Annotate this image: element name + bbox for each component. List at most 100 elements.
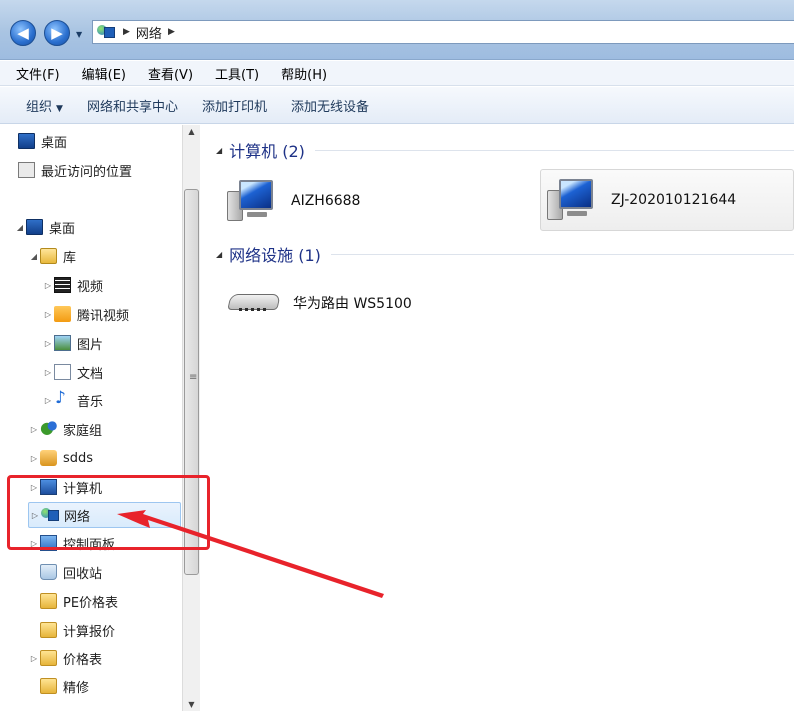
sidebar-item-label: 家庭组 <box>63 423 103 439</box>
dropdown-arrow-icon: ▼ <box>56 103 63 114</box>
menu-bar: 文件(F) 编辑(E) 查看(V) 工具(T) 帮助(H) <box>0 61 794 86</box>
video-icon <box>54 277 71 293</box>
group-title: 网络设施 (1) <box>229 246 321 265</box>
network-computer-item[interactable]: ZJ-202010121644 <box>540 169 794 231</box>
recycle-bin-icon <box>40 564 57 580</box>
collapsed-arrow-icon[interactable]: ▷ <box>42 368 54 377</box>
forward-button[interactable]: ▶ <box>44 20 70 46</box>
router-icon <box>227 288 283 318</box>
scroll-down-icon[interactable]: ▼ <box>183 700 200 709</box>
scroll-up-icon[interactable]: ▲ <box>183 127 200 136</box>
folder-icon <box>40 593 57 609</box>
item-label: ZJ-202010121644 <box>611 192 737 208</box>
sidebar-item-label: 桌面 <box>49 221 76 237</box>
address-bar: ◀ ▶ ▼ ▶ 网络 ▶ <box>0 0 794 60</box>
navigation-scrollbar[interactable]: ▲ ≡ ▼ <box>182 125 200 711</box>
recent-pages-dropdown-icon[interactable]: ▼ <box>76 30 82 39</box>
arrow-left-icon: ◀ <box>17 24 29 42</box>
sidebar-item-recycle-bin[interactable]: 回收站 <box>28 559 200 585</box>
collapse-arrow-icon[interactable]: ◢ <box>216 146 222 155</box>
content-pane: ◢ 计算机 (2) AIZH6688 ZJ-202010121644 ◢ 网络设… <box>201 125 794 711</box>
document-icon <box>54 364 71 380</box>
sidebar-item-favorite-desktop[interactable]: 桌面 <box>18 128 199 154</box>
folder-icon <box>40 678 57 694</box>
sidebar-item-label: 文档 <box>77 366 104 382</box>
network-sharing-center-button[interactable]: 网络和共享中心 <box>87 96 178 115</box>
music-icon <box>54 388 71 408</box>
organize-button[interactable]: 组织 ▼ <box>26 96 63 115</box>
back-button[interactable]: ◀ <box>10 20 36 46</box>
sidebar-item-label: 图片 <box>77 337 104 353</box>
collapsed-arrow-icon[interactable]: ▷ <box>28 454 40 463</box>
collapsed-arrow-icon[interactable]: ▷ <box>42 281 54 290</box>
group-header-computers[interactable]: ◢ 计算机 (2) <box>216 138 794 162</box>
group-title: 计算机 (2) <box>229 142 305 161</box>
grip-icon: ≡ <box>189 372 198 383</box>
sidebar-item-homegroup[interactable]: ▷ 家庭组 <box>28 416 200 442</box>
folder-icon <box>40 650 57 666</box>
network-icon <box>97 24 117 40</box>
sidebar-item-folder[interactable]: 计算报价 <box>28 617 200 643</box>
collapse-arrow-icon[interactable]: ◢ <box>216 250 222 259</box>
item-label: 华为路由 WS5100 <box>293 296 412 312</box>
sidebar-item-label: 库 <box>63 250 77 266</box>
router-item[interactable]: 华为路由 WS5100 <box>227 275 487 331</box>
menu-file[interactable]: 文件(F) <box>16 64 60 83</box>
breadcrumb-item-network[interactable]: 网络 <box>136 23 162 42</box>
menu-tools[interactable]: 工具(T) <box>215 64 259 83</box>
expanded-arrow-icon[interactable]: ◢ <box>14 223 26 232</box>
sidebar-item-video[interactable]: ▷ 视频 <box>42 272 200 298</box>
collapsed-arrow-icon[interactable]: ▷ <box>42 339 54 348</box>
sidebar-item-label: PE价格表 <box>63 595 119 611</box>
network-computer-icon <box>225 177 279 225</box>
sidebar-item-label: 视频 <box>77 279 104 295</box>
sidebar-item-folder[interactable]: 精修 <box>28 673 200 699</box>
group-divider <box>330 253 794 255</box>
collapsed-arrow-icon[interactable]: ▷ <box>42 396 54 405</box>
sidebar-item-label: 腾讯视频 <box>77 308 130 324</box>
breadcrumb-separator-icon[interactable]: ▶ <box>168 27 175 37</box>
menu-view[interactable]: 查看(V) <box>148 64 193 83</box>
desktop-icon <box>18 133 35 149</box>
sidebar-item-folder[interactable]: ▷ 价格表 <box>28 645 200 671</box>
navigation-pane: 桌面 最近访问的位置 ◢ 桌面 ◢ 库 ▷ 视频 ▷ 腾讯视频 ▷ 图片 ▷ 文… <box>0 125 200 711</box>
highlight-box <box>7 475 210 550</box>
item-label: AIZH6688 <box>291 193 361 209</box>
homegroup-icon <box>40 418 57 437</box>
sidebar-item-user-folder[interactable]: ▷ sdds <box>28 445 200 471</box>
collapsed-arrow-icon[interactable]: ▷ <box>42 310 54 319</box>
menu-edit[interactable]: 编辑(E) <box>82 64 126 83</box>
network-computer-icon <box>545 176 599 224</box>
menu-help[interactable]: 帮助(H) <box>281 64 327 83</box>
sidebar-item-tencent-video[interactable]: ▷ 腾讯视频 <box>42 301 200 327</box>
group-header-network-infrastructure[interactable]: ◢ 网络设施 (1) <box>216 242 794 266</box>
sidebar-item-label: 桌面 <box>41 135 68 151</box>
sidebar-item-label: 精修 <box>63 680 90 696</box>
sidebar-item-label: 音乐 <box>77 394 104 410</box>
collapsed-arrow-icon[interactable]: ▷ <box>28 654 40 663</box>
sidebar-item-libraries[interactable]: ◢ 库 <box>28 243 200 269</box>
expanded-arrow-icon[interactable]: ◢ <box>28 252 40 261</box>
sidebar-item-documents[interactable]: ▷ 文档 <box>42 359 200 385</box>
recent-places-icon <box>18 162 35 178</box>
add-printer-button[interactable]: 添加打印机 <box>202 96 267 115</box>
sidebar-item-folder[interactable]: PE价格表 <box>28 588 200 614</box>
sidebar-item-recent-places[interactable]: 最近访问的位置 <box>18 157 199 183</box>
collapsed-arrow-icon[interactable]: ▷ <box>28 425 40 434</box>
add-wireless-device-button[interactable]: 添加无线设备 <box>291 96 369 115</box>
group-divider <box>314 149 794 151</box>
folder-icon <box>40 622 57 638</box>
breadcrumb[interactable]: ▶ 网络 ▶ <box>92 20 794 44</box>
picture-icon <box>54 335 71 351</box>
sidebar-item-desktop[interactable]: ◢ 桌面 <box>14 214 195 240</box>
sidebar-item-label: sdds <box>63 450 94 466</box>
sidebar-item-label: 计算报价 <box>63 624 116 640</box>
sidebar-item-label: 价格表 <box>63 652 103 668</box>
sidebar-item-music[interactable]: ▷ 音乐 <box>42 387 200 413</box>
sidebar-item-pictures[interactable]: ▷ 图片 <box>42 330 200 356</box>
breadcrumb-separator-icon[interactable]: ▶ <box>123 27 130 37</box>
network-computer-item[interactable]: AIZH6688 <box>225 170 525 232</box>
user-folder-icon <box>40 450 57 466</box>
sidebar-item-label: 最近访问的位置 <box>41 164 133 180</box>
tencent-video-icon <box>54 306 71 322</box>
